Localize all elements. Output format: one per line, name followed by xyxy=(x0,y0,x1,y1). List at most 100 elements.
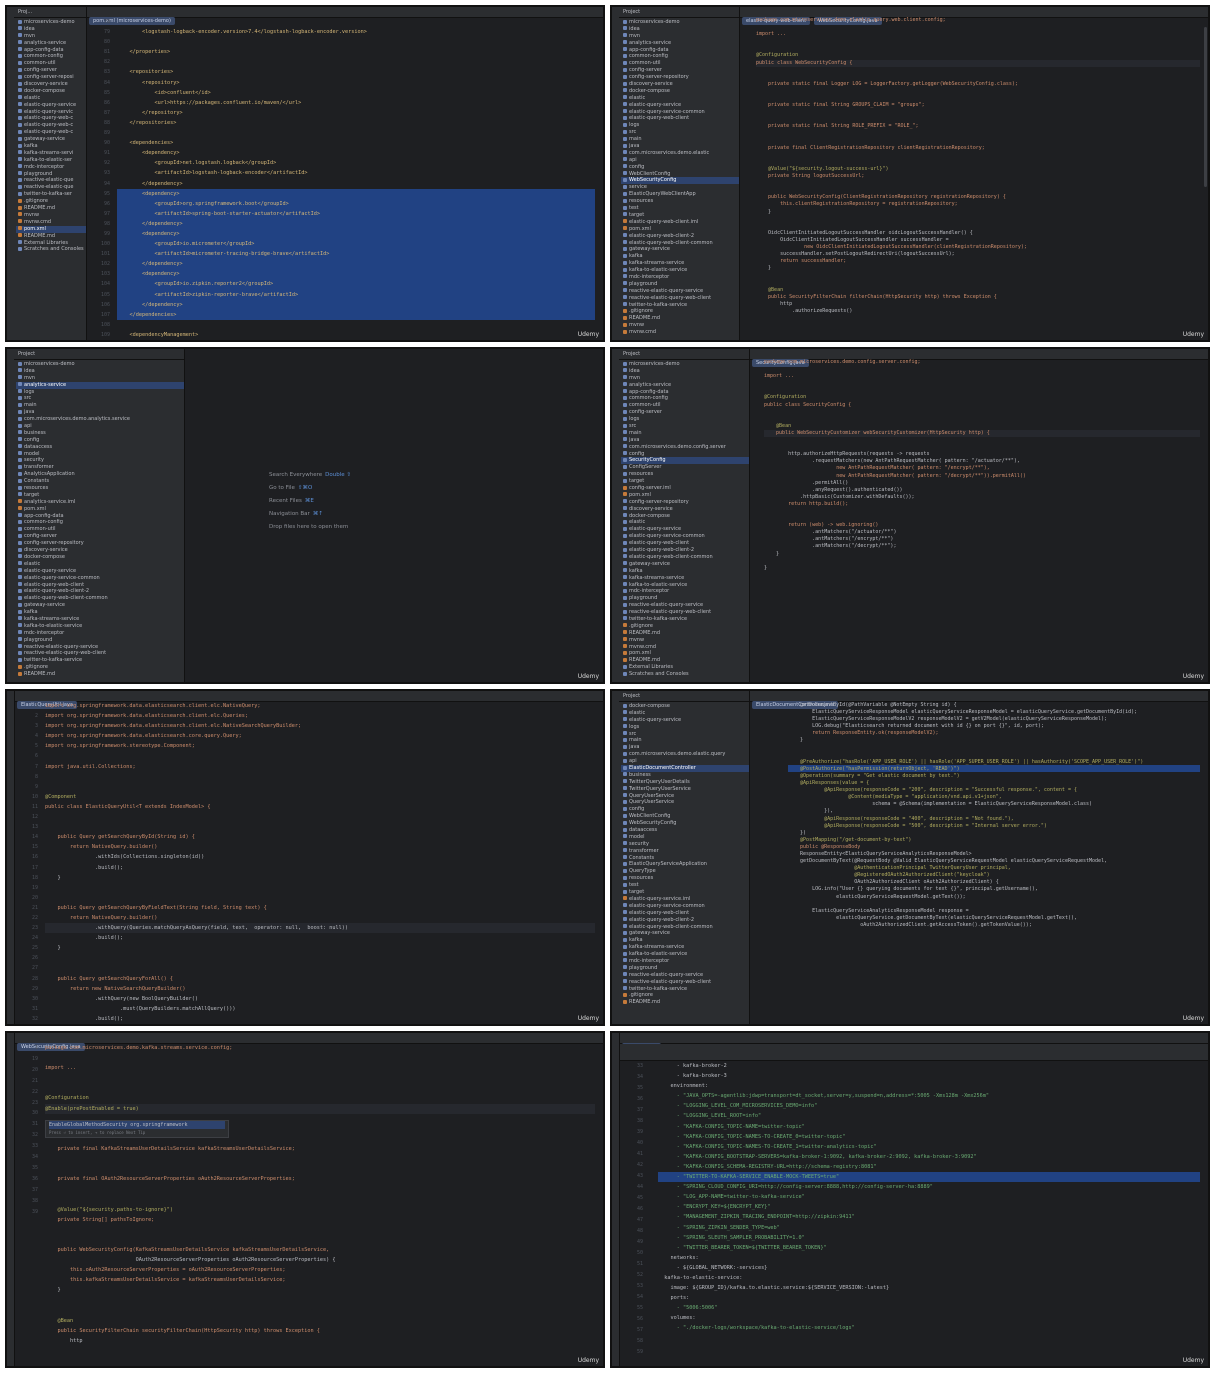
code-line[interactable]: <groupId>net.logstash.logback</groupId> xyxy=(117,158,595,168)
code-line[interactable]: http.authorizeHttpRequests(requests -> r… xyxy=(764,451,1200,458)
tree-item[interactable]: common-config xyxy=(16,519,184,526)
tree-item[interactable]: .gitignore xyxy=(16,198,86,205)
code-line[interactable] xyxy=(45,772,595,782)
code-line[interactable] xyxy=(756,24,1200,31)
tree-item[interactable]: target xyxy=(621,889,749,896)
code-line[interactable]: environment: xyxy=(658,1081,1200,1091)
tree-item[interactable]: ConfigServer xyxy=(621,464,749,471)
code-line[interactable]: @ApiResponse(responseCode = "400", descr… xyxy=(788,815,1200,822)
code-line[interactable]: </dependencies> xyxy=(117,309,595,320)
code-line[interactable] xyxy=(45,1295,595,1305)
code-line[interactable]: @ApiResponses(value = { xyxy=(788,779,1200,786)
tree-item[interactable]: playground xyxy=(16,171,86,178)
code-line[interactable]: - kafka-broker-2 xyxy=(658,1061,1200,1071)
code-line[interactable] xyxy=(764,444,1200,451)
tree-item[interactable]: README.md xyxy=(16,233,86,240)
tree-item[interactable]: mvnw xyxy=(621,322,739,329)
code-editor[interactable]: 1 2 3 4 5 6 7 8 9 10 11 12 13 14 15 16 17 18 19 20 21 22 23 24 2… xyxy=(15,701,603,1024)
code-line[interactable]: ElasticQueryServiceResponseModel elastic… xyxy=(788,708,1200,715)
code-line[interactable] xyxy=(764,416,1200,423)
tree-item[interactable]: README.md xyxy=(16,205,86,212)
project-toolbar[interactable]: Project xyxy=(14,349,184,360)
tree-item[interactable]: .gitignore xyxy=(16,664,184,671)
code-line[interactable]: @PostMapping("/get-document-by-text") xyxy=(788,836,1200,843)
tree-item[interactable]: elastic xyxy=(16,95,86,102)
code-line[interactable] xyxy=(45,953,595,963)
tree-item[interactable]: reactive-elastic-que xyxy=(16,184,86,191)
tree-item[interactable]: target xyxy=(621,212,739,219)
code-line[interactable] xyxy=(756,272,1200,279)
tree-item[interactable]: mdc-interceptor xyxy=(16,630,184,637)
tree-item[interactable]: kafka-streams-servi xyxy=(16,150,86,157)
code-line[interactable]: @ApiResponse(responseCode = "200", descr… xyxy=(788,786,1200,793)
project-toolbar[interactable]: Proj... xyxy=(14,7,86,18)
code-line[interactable]: - "SPRING_CLOUD_CONFIG_URI=http://config… xyxy=(658,1182,1200,1192)
code-line[interactable] xyxy=(756,74,1200,81)
tree-item[interactable]: main xyxy=(621,136,739,143)
tree-item[interactable]: mvnw xyxy=(16,212,86,219)
code-line[interactable]: import org.springframework.data.elastics… xyxy=(45,721,595,731)
code-line[interactable]: - "MANAGEMENT_ZIPKIN_TRACING_ENDPOINT=ht… xyxy=(658,1212,1200,1222)
tree-item[interactable]: pom.xml xyxy=(621,650,749,657)
code-editor[interactable]: getDocumentById(@PathVariable @NotEmpty … xyxy=(750,701,1208,1024)
code-line[interactable]: <dependencies> xyxy=(117,138,595,148)
tree-item[interactable]: discovery-service xyxy=(621,81,739,88)
code-editor[interactable]: 1 19 20 21 22 23 30 31 32 33 34 35 36 37 38 39 package … xyxy=(15,1043,603,1366)
code-line[interactable]: <logstash-logback-encoder.version>7.4</l… xyxy=(117,27,595,37)
code-line[interactable] xyxy=(756,88,1200,95)
code-line[interactable] xyxy=(117,57,595,67)
code-line[interactable]: <dependency> xyxy=(117,228,595,240)
tree-item[interactable]: elastic-query-web-client-common xyxy=(621,240,739,247)
code-line[interactable]: public SecurityFilterChain securityFilte… xyxy=(45,1326,595,1336)
code-line[interactable]: import ... xyxy=(764,373,1200,380)
code-line[interactable]: LOG.debug("Elasticsearch returned docume… xyxy=(788,722,1200,729)
tree-item[interactable]: config-server-repository xyxy=(621,499,749,506)
tree-item[interactable]: transformer xyxy=(16,464,184,471)
tree-item[interactable]: discovery-service xyxy=(621,506,749,513)
tree-item[interactable]: model xyxy=(621,834,749,841)
code-line[interactable]: </dependency> xyxy=(117,259,595,270)
code-area[interactable]: package com.microservices.demo.elastic.q… xyxy=(756,17,1200,315)
code-line[interactable] xyxy=(756,138,1200,145)
tree-item[interactable]: playground xyxy=(621,281,739,288)
tree-item[interactable]: common-config xyxy=(621,395,749,402)
tree-item[interactable]: java xyxy=(621,437,749,444)
code-line[interactable]: } xyxy=(756,209,1200,216)
code-line[interactable]: package com.microservices.demo.elastic.q… xyxy=(756,17,1200,24)
tree-item[interactable]: docker-compose xyxy=(621,513,749,520)
tree-item[interactable]: Constants xyxy=(621,855,749,862)
tree-item[interactable]: README.md xyxy=(621,657,749,664)
code-line[interactable]: http xyxy=(45,1336,595,1346)
code-editor[interactable]: 33 34 35 36 37 38 39 40 41 42 43 44 45 46 47 48 49 50 51 52… xyxy=(620,1061,1208,1366)
tree-item[interactable]: discovery-service xyxy=(16,547,184,554)
code-line[interactable]: <url>https://packages.confluent.io/maven… xyxy=(117,98,595,108)
code-line[interactable]: @AuthenticationPrincipal TwitterQueryUse… xyxy=(788,864,1200,871)
tree-item[interactable]: analytics-service xyxy=(16,381,184,389)
code-line[interactable]: image: ${GROUP_ID}/kafka.to.elastic.serv… xyxy=(658,1283,1200,1293)
code-line[interactable]: @Bean xyxy=(45,1316,595,1326)
tree-item[interactable]: analytics-service xyxy=(621,40,739,47)
tree-item[interactable]: QueryUserService xyxy=(621,793,749,800)
code-line[interactable] xyxy=(764,387,1200,394)
tree-item[interactable]: logs xyxy=(621,416,749,423)
tree-item[interactable]: kafka-to-elastic-service xyxy=(621,582,749,589)
tree-item[interactable]: idea xyxy=(621,26,739,33)
tree-item[interactable]: config-server-repository xyxy=(621,74,739,81)
tree-item[interactable]: ElasticDocumentController xyxy=(621,765,749,772)
code-line[interactable]: private final KafkaStreamsUserDetailsSer… xyxy=(45,1144,595,1154)
code-line[interactable]: }) xyxy=(788,829,1200,836)
tree-item[interactable]: elastic-query-web-client-2 xyxy=(621,233,739,240)
tree-item[interactable]: common-config xyxy=(621,53,739,60)
tree-item[interactable]: config-server xyxy=(621,409,749,416)
code-line[interactable]: @Configuration xyxy=(756,52,1200,59)
tree-item[interactable]: .gitignore xyxy=(621,623,749,630)
tree-item[interactable]: api xyxy=(16,423,184,430)
code-line[interactable]: @Configuration xyxy=(764,394,1200,401)
tree-item[interactable]: WebSecurityConfig xyxy=(621,177,739,185)
tree-item[interactable]: config xyxy=(621,806,749,813)
tree-item[interactable]: mvn xyxy=(16,375,184,382)
code-line[interactable]: public WebSecurityCustomizer webSecurity… xyxy=(764,429,1200,438)
code-line[interactable] xyxy=(45,1164,595,1174)
tree-item[interactable]: elastic-query-web-client xyxy=(16,582,184,589)
code-line[interactable]: @Enable(prePostEnabled = true) xyxy=(45,1103,595,1114)
